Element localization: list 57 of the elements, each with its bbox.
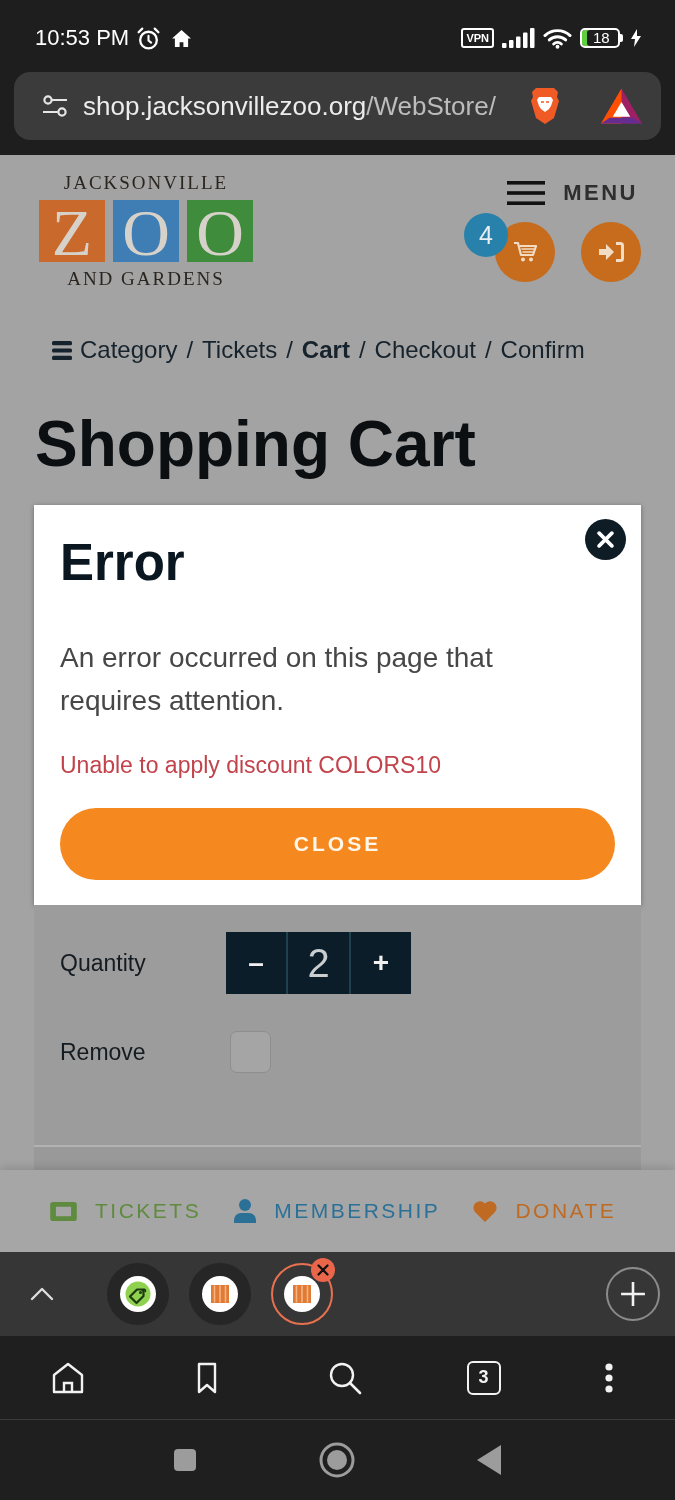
field-label: Remove — [60, 1038, 147, 1067]
charging-bolt-icon — [631, 29, 641, 47]
field-label: Quantity — [60, 949, 147, 978]
recents-icon[interactable] — [174, 1449, 196, 1471]
page-title: Shopping Cart — [35, 409, 476, 479]
battery-indicator: 18 — [580, 28, 623, 48]
menu-button[interactable]: MENU — [507, 180, 638, 206]
new-tab-button[interactable] — [606, 1267, 660, 1321]
breadcrumb-link[interactable]: Confirm — [500, 334, 585, 366]
wifi-icon — [543, 27, 572, 49]
close-tab-button[interactable] — [311, 1258, 335, 1282]
error-message: Unable to apply discount COLORS10 — [60, 751, 441, 780]
cart-count-badge: 4 — [464, 213, 508, 257]
quantity-field[interactable]: 2 — [288, 932, 349, 994]
home-icon — [172, 29, 192, 47]
menu-icon — [507, 181, 546, 205]
logo-subtitle-text: AND GARDENS — [67, 268, 225, 290]
plus-icon — [620, 1281, 646, 1307]
clock-time: 10:53 PM — [35, 25, 130, 51]
breadcrumb-separator: / — [483, 335, 493, 365]
caret-up-icon[interactable] — [30, 1287, 54, 1301]
sign-in-icon — [598, 241, 624, 263]
search-icon[interactable] — [328, 1360, 362, 1395]
breadcrumb-separator: / — [357, 335, 367, 365]
back-icon[interactable] — [477, 1445, 501, 1475]
breadcrumb-link[interactable]: Cart — [301, 334, 350, 366]
cart-button[interactable] — [495, 222, 555, 282]
list-icon — [52, 340, 72, 360]
tab-switcher-button[interactable]: 3 — [466, 1360, 501, 1395]
alarm-clock-icon — [136, 25, 162, 51]
cart-icon — [513, 241, 537, 263]
breadcrumb-separator: / — [285, 335, 294, 365]
logo-name-text: JACKSONVILLE — [63, 172, 229, 194]
breadcrumb-link[interactable]: Checkout — [374, 334, 476, 366]
breadcrumb-separator: / — [185, 335, 195, 365]
dialog-message: An error occurred on this page that requires attention. — [60, 641, 494, 718]
tag-icon — [120, 1276, 156, 1312]
site-settings-icon[interactable] — [42, 94, 68, 118]
close-icon — [317, 1264, 329, 1276]
breadcrumb-link[interactable]: Category — [80, 334, 178, 366]
signal-icon — [502, 28, 535, 48]
url-text[interactable]: shop.jacksonvillezoo.org/WebStore/ — [83, 90, 496, 122]
vpn-indicator: VPN — [461, 28, 494, 48]
sign-in-button[interactable] — [581, 222, 641, 282]
home-button-icon[interactable] — [319, 1442, 355, 1478]
breadcrumb-link[interactable]: Tickets — [202, 334, 278, 366]
home-icon[interactable] — [51, 1360, 85, 1395]
decrease-button[interactable]: – — [226, 932, 286, 994]
dialog-title: Error — [60, 533, 185, 593]
more-icon[interactable] — [605, 1362, 613, 1393]
logo-tile: O — [113, 200, 179, 262]
logo-tile: Z — [39, 200, 105, 262]
triangle-icon[interactable] — [601, 88, 642, 124]
logo-tile: O — [187, 200, 253, 262]
close-button[interactable] — [585, 519, 626, 560]
increase-button[interactable]: + — [351, 932, 411, 994]
close-icon — [597, 531, 614, 548]
